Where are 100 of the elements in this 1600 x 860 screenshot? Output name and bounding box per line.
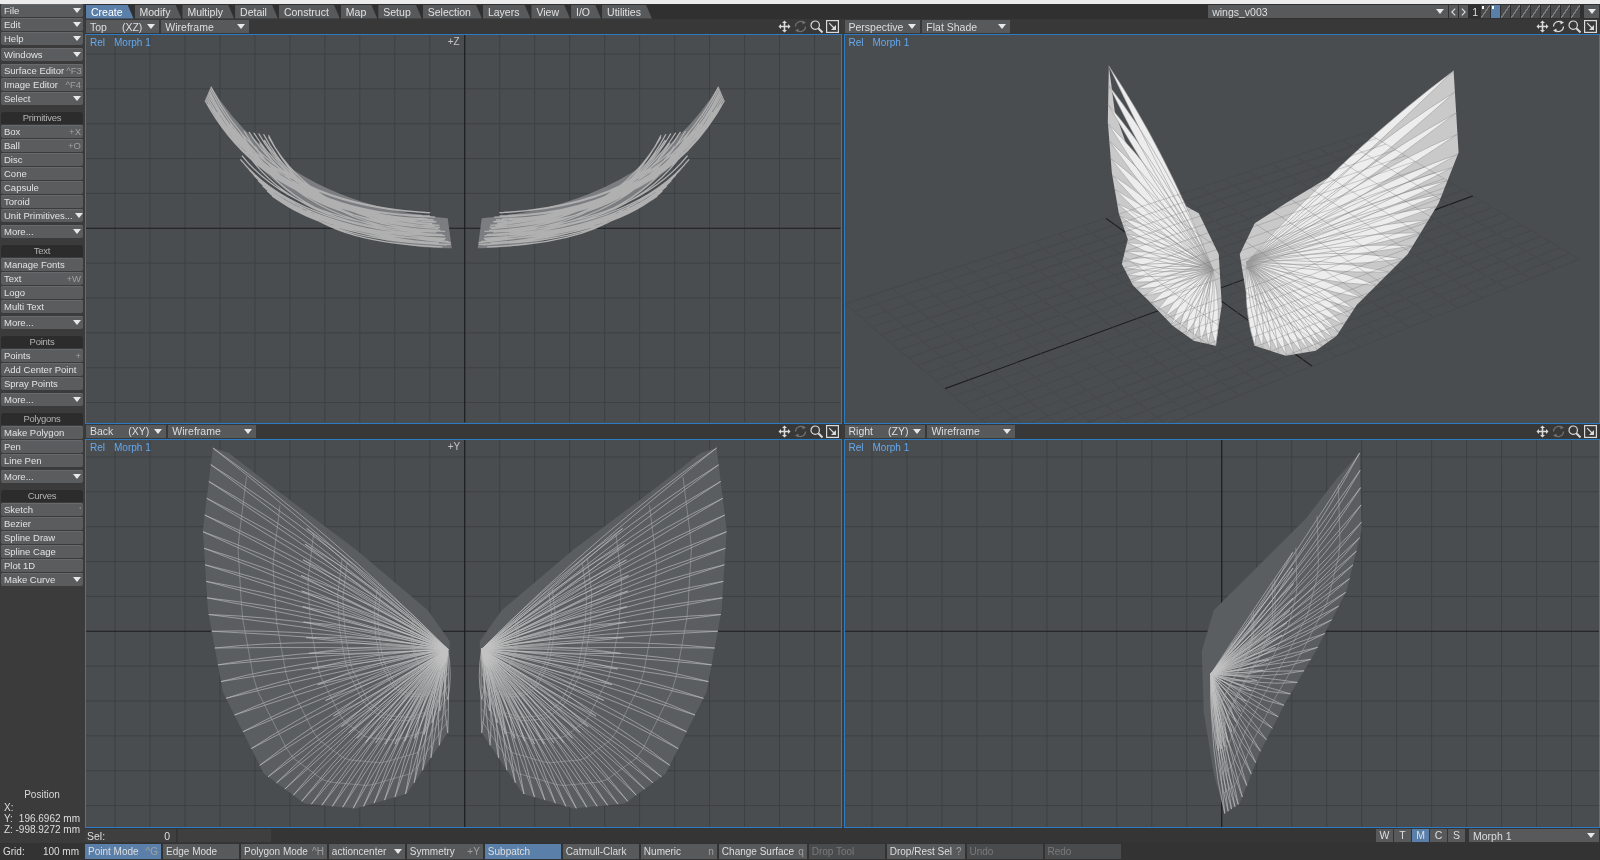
maximize-icon[interactable]	[825, 424, 839, 438]
viewport-canvas[interactable]: Rel Morph 1 +Y	[85, 438, 842, 828]
viewport-canvas[interactable]: Rel Morph 1	[843, 34, 1600, 424]
tool-button[interactable]: Pen	[1, 440, 83, 453]
next-button[interactable]	[1459, 5, 1469, 18]
shading-dropdown[interactable]: Wireframe	[168, 424, 257, 438]
move-icon[interactable]	[1536, 424, 1549, 438]
menu-dropdown[interactable]: Windows	[1, 48, 83, 61]
maximize-icon[interactable]	[825, 20, 839, 33]
toolbar-button[interactable]: Edge Mode	[163, 844, 239, 859]
menu-dropdown[interactable]: Help	[1, 32, 83, 45]
tool-button[interactable]: Multi Text	[1, 300, 83, 313]
zoom-icon[interactable]	[1568, 20, 1581, 33]
toolbar-button[interactable]: Symmetry +Y	[406, 844, 483, 859]
menu-tab[interactable]: Construct	[278, 4, 340, 19]
viewport-canvas[interactable]: Rel Morph 1	[843, 438, 1600, 828]
tool-button[interactable]: Sketch '	[1, 503, 83, 516]
axis-label: X:	[4, 802, 14, 813]
menu-tab[interactable]: Create	[86, 4, 134, 19]
dropdown-button[interactable]: actioncenter	[328, 844, 405, 859]
menu-tab[interactable]: Map	[340, 4, 378, 19]
menu-tab[interactable]: Modify	[134, 4, 182, 19]
tool-button[interactable]: Surface Editor ^F3	[1, 64, 83, 77]
layer-button[interactable]	[1481, 5, 1490, 18]
menu-dropdown[interactable]: Make Curve	[1, 573, 83, 586]
rotate-icon[interactable]	[1552, 20, 1565, 33]
view-dropdown[interactable]: Perspective	[844, 20, 921, 33]
tool-button[interactable]: Image Editor ^F4	[1, 78, 83, 91]
zoom-icon[interactable]	[809, 424, 823, 438]
menu-tab[interactable]: Multiply	[182, 4, 235, 19]
shading-dropdown[interactable]: Wireframe	[927, 424, 1016, 438]
view-dropdown[interactable]: Right (ZY)	[844, 424, 926, 438]
menu-dropdown[interactable]: Edit	[1, 18, 83, 31]
map-type-button[interactable]: C	[1430, 829, 1447, 842]
map-type-button[interactable]: T	[1394, 829, 1411, 842]
menu-dropdown[interactable]: Select	[1, 92, 83, 105]
map-type-button[interactable]: M	[1412, 829, 1429, 842]
move-icon[interactable]	[1536, 20, 1549, 33]
toolbar-button[interactable]: Point Mode ^G	[85, 844, 161, 859]
menu-tab[interactable]: I/O	[571, 4, 602, 19]
maximize-icon[interactable]	[1584, 20, 1597, 33]
caret-icon	[154, 428, 163, 434]
tool-button[interactable]: Capsule	[1, 181, 83, 194]
tool-button[interactable]: Spline Draw	[1, 531, 83, 544]
object-dropdown[interactable]: wings_v003	[1208, 5, 1449, 18]
tool-button[interactable]: Box +X	[1, 125, 83, 138]
menu-dropdown[interactable]: Unit Primitives...	[1, 209, 83, 222]
map-type-button[interactable]: S	[1448, 829, 1465, 842]
caret-icon	[74, 213, 83, 218]
tool-button[interactable]: Add Center Point	[1, 363, 83, 376]
tool-button[interactable]: Text +W	[1, 272, 83, 285]
tool-button[interactable]: Spline Cage	[1, 545, 83, 558]
toolbar-button[interactable]: Polygon Mode ^H	[241, 844, 327, 859]
menu-tab[interactable]: Utilities	[602, 4, 652, 19]
menu-tab[interactable]: Setup	[378, 4, 422, 19]
tool-button[interactable]: Points +	[1, 349, 83, 362]
caret-icon	[73, 52, 81, 57]
tool-button[interactable]: Cone	[1, 167, 83, 180]
toolbar-button[interactable]: Drop/Rest Sel ?	[886, 844, 965, 859]
tool-button[interactable]: Manage Fonts	[1, 258, 83, 271]
coordinate-value: 196.6962 mm	[18, 813, 80, 824]
tool-button[interactable]: Toroid	[1, 195, 83, 208]
shading-dropdown[interactable]: Wireframe	[161, 20, 250, 33]
section-header: Polygons	[1, 413, 83, 425]
chevron-right-icon	[1461, 7, 1467, 16]
tool-button[interactable]: Ball +O	[1, 139, 83, 152]
tool-button[interactable]: Make Polygon	[1, 426, 83, 439]
menu-tab[interactable]: Detail	[235, 4, 278, 19]
tool-button[interactable]: Bezier	[1, 517, 83, 530]
menu-dropdown[interactable]: More...	[1, 225, 83, 238]
tool-button[interactable]: Disc	[1, 153, 83, 166]
toolbar-button[interactable]: Subpatch	[484, 844, 561, 859]
menu-dropdown[interactable]: More...	[1, 470, 83, 483]
toolbar-button[interactable]: Numeric n	[640, 844, 717, 859]
view-dropdown[interactable]: Top (XZ)	[86, 20, 160, 33]
menu-dropdown[interactable]: File	[1, 4, 83, 17]
menu-dropdown[interactable]: More...	[1, 316, 83, 329]
viewport-canvas[interactable]: Rel Morph 1 +Z	[85, 34, 842, 424]
shading-dropdown[interactable]: Flat Shade	[922, 20, 1011, 33]
toolbar-button[interactable]: Change Surface q	[718, 844, 807, 859]
tool-button[interactable]: Logo	[1, 286, 83, 299]
menu-tab[interactable]: View	[531, 4, 571, 19]
tool-button[interactable]: Plot 1D	[1, 559, 83, 572]
layer-button[interactable]	[1491, 5, 1500, 18]
view-dropdown[interactable]: Back (XY)	[86, 424, 167, 438]
maximize-icon[interactable]	[1584, 424, 1597, 438]
map-type-button[interactable]: W	[1376, 829, 1393, 842]
previous-button[interactable]	[1449, 5, 1459, 18]
zoom-icon[interactable]	[809, 20, 823, 33]
tool-button[interactable]: Line Pen	[1, 454, 83, 467]
zoom-icon[interactable]	[1568, 424, 1581, 438]
menu-dropdown[interactable]: More...	[1, 393, 83, 406]
menu-tab[interactable]: Layers	[482, 4, 531, 19]
menu-tab[interactable]: Selection	[422, 4, 482, 19]
move-icon[interactable]	[777, 20, 791, 33]
tool-button[interactable]: Spray Points	[1, 377, 83, 390]
move-icon[interactable]	[777, 424, 791, 438]
layer-menu-button[interactable]	[1584, 5, 1599, 18]
toolbar-button[interactable]: Catmull-Clark	[562, 844, 639, 859]
morph-dropdown[interactable]: Morph 1	[1469, 829, 1599, 842]
